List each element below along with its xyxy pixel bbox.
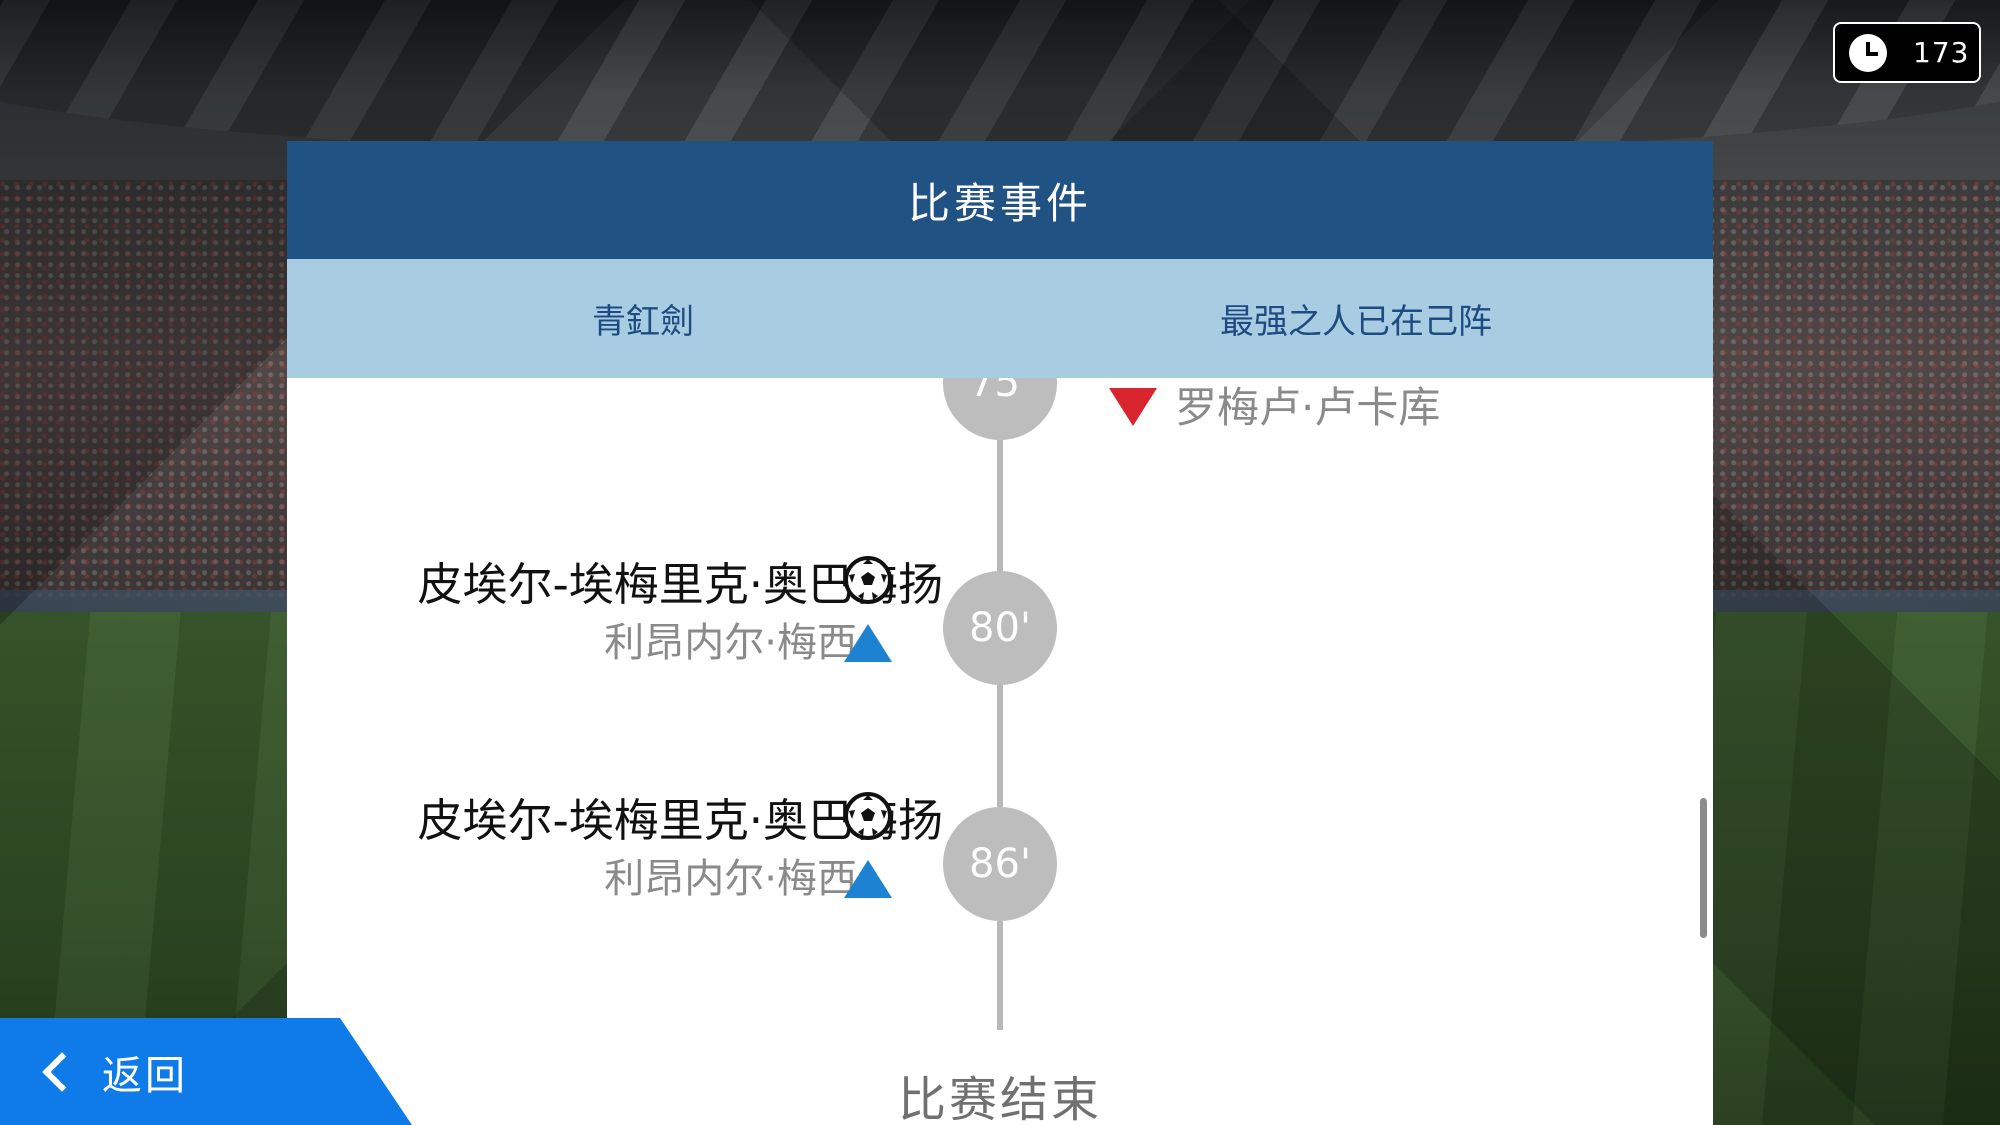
substitution-out-arrow-icon [1109, 388, 1157, 426]
back-button[interactable]: 返回 [0, 1018, 412, 1125]
chevron-left-icon [42, 1051, 82, 1092]
minute-marker: 86' [943, 807, 1057, 921]
panel-header: 比赛事件 [287, 141, 1713, 259]
event-assist-player: 利昂内尔·梅西 [604, 620, 857, 666]
timer-value: 173 [1913, 36, 1970, 69]
back-button-label: 返回 [102, 1052, 188, 1099]
team-names-bar: 青釭劍 最强之人已在己阵 [287, 259, 1713, 378]
minute-marker: 75' [943, 378, 1057, 440]
soccer-ball-icon [844, 792, 892, 840]
match-end-label: 比赛结束 [897, 1072, 1102, 1125]
assist-up-arrow-icon [844, 860, 892, 898]
timer-badge: 173 [1833, 22, 1981, 83]
minute-marker: 80' [943, 571, 1057, 685]
event-assist-player: 利昂内尔·梅西 [604, 856, 857, 902]
timeline-line [997, 378, 1003, 1030]
panel-title: 比赛事件 [907, 178, 1092, 228]
away-team-name: 最强之人已在己阵 [1220, 302, 1492, 342]
events-timeline[interactable]: 75' 罗梅卢·卢卡库 皮埃尔-埃梅里克·奥巴梅扬 利昂内尔·梅西 80' 皮埃… [287, 378, 1713, 1125]
event-sub-out-player: 罗梅卢·卢卡库 [1175, 383, 1441, 432]
clock-icon [1849, 33, 1887, 72]
assist-up-arrow-icon [844, 624, 892, 662]
home-team-name: 青釭劍 [592, 302, 694, 342]
events-scrollbar[interactable] [1700, 798, 1707, 938]
soccer-ball-icon [844, 556, 892, 604]
match-events-panel: 比赛事件 青釭劍 最强之人已在己阵 75' 罗梅卢·卢卡库 皮埃尔-埃梅里克·奥… [287, 141, 1713, 1125]
